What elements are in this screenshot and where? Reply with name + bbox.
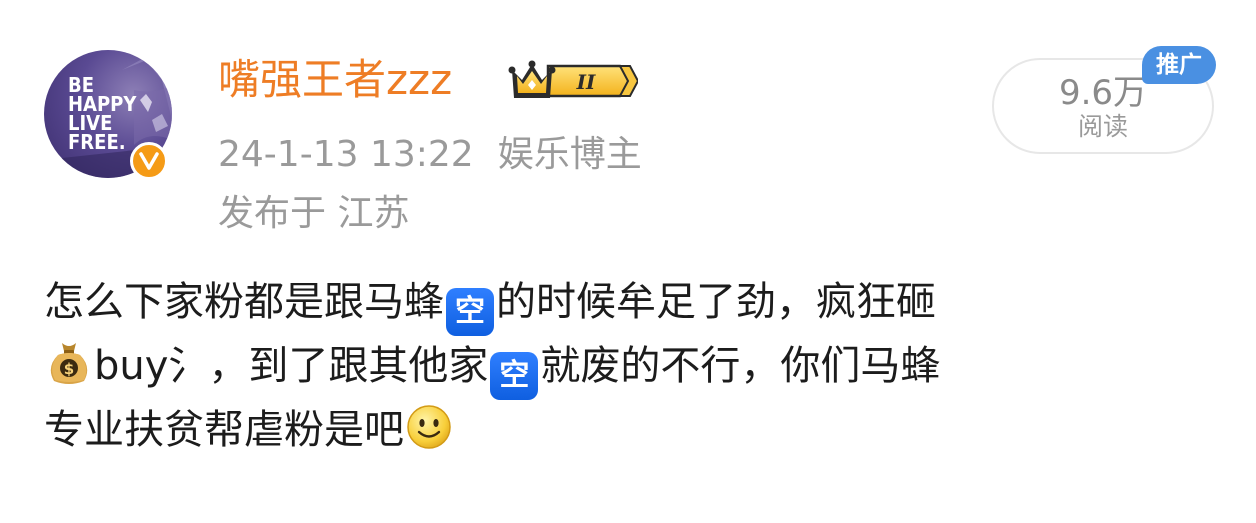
post-line-1: 怎么下家粉都是跟马蜂空的时候牟足了劲，疯狂砸 — [44, 270, 1224, 336]
promote-button[interactable]: 推广 — [1142, 46, 1216, 84]
level-badge-text: II — [576, 70, 596, 94]
kong-emoji-icon: 空 — [490, 352, 539, 400]
post-text-segment: buy氵，到了跟其他家 — [94, 343, 489, 389]
author-avatar[interactable]: BE HAPPY LIVE FREE. — [44, 50, 172, 180]
money-bag-icon: $ — [44, 337, 94, 406]
post-text-segment: 怎么下家粉都是跟马蜂 — [44, 279, 444, 325]
post-meta: 24-1-13 13:22 娱乐博主 — [218, 132, 642, 178]
membership-crown-badge[interactable]: II — [508, 58, 640, 108]
svg-text:$: $ — [64, 360, 74, 378]
views-label: 阅读 — [1077, 112, 1128, 141]
author-tag: 娱乐博主 — [497, 134, 642, 175]
avatar-slogan: BE HAPPY LIVE FREE. — [68, 73, 137, 154]
post-location: 发布于 江苏 — [218, 193, 410, 234]
verified-badge-icon — [130, 142, 168, 180]
author-name[interactable]: 嘴强王者zzz — [218, 52, 452, 108]
post-line-3: 专业扶贫帮虐粉是吧 — [44, 398, 1224, 462]
post-text-segment: 的时候牟足了劲，疯狂砸 — [496, 279, 936, 325]
post-text-segment: 就废的不行，你们马蜂 — [540, 343, 941, 389]
post-line-2: $ buy氵，到了跟其他家空就废的不行，你们马蜂 — [44, 334, 1224, 400]
smile-icon — [404, 401, 454, 470]
kong-emoji-icon: 空 — [446, 288, 494, 336]
post-text-segment: 专业扶贫帮虐粉是吧 — [44, 407, 404, 453]
post-time: 24-1-13 13:22 — [218, 134, 474, 175]
post-text: 怎么下家粉都是跟马蜂空的时候牟足了劲，疯狂砸 $ buy氵，到了跟其他家空就废的… — [44, 270, 1224, 462]
